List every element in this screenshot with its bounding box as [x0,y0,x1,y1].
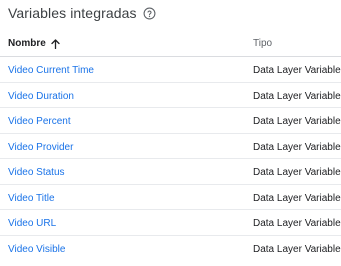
table-row: Video Current Time Data Layer Variable [0,57,341,83]
table-row: Video Status Data Layer Variable [0,159,341,185]
table-row: Video URL Data Layer Variable [0,210,341,236]
variable-name-link[interactable]: Video Provider [8,142,73,153]
table-row: Video Title Data Layer Variable [0,185,341,210]
variable-name-link[interactable]: Video Status [8,167,65,178]
variable-type: Data Layer Variable [253,192,341,204]
built-in-variables-table: Nombre Tipo Video Current Time Data Laye… [0,31,341,261]
variable-name-link[interactable]: Video Visible [8,244,65,255]
table-row: Video Percent Data Layer Variable [0,108,341,134]
column-header-name-label: Nombre [8,38,46,49]
table-row: Video Visible Data Layer Variable [0,236,341,262]
variable-name-link[interactable]: Video Title [8,193,55,204]
column-header-type: Tipo [253,38,273,49]
section-header: Variables integradas [8,3,156,23]
column-header-name[interactable]: Nombre [8,38,60,49]
variable-name-link[interactable]: Video Duration [8,91,74,102]
arrow-up-icon [51,38,60,49]
section-title: Variables integradas [8,5,137,21]
table-row: Video Duration Data Layer Variable [0,83,341,108]
variable-type: Data Layer Variable [253,141,341,153]
variable-type: Data Layer Variable [253,90,341,102]
variable-type: Data Layer Variable [253,167,341,178]
variable-name-link[interactable]: Video URL [8,218,56,229]
variable-type: Data Layer Variable [253,65,341,76]
variable-type: Data Layer Variable [253,243,341,255]
variable-type: Data Layer Variable [253,116,341,127]
table-header: Nombre Tipo [0,31,341,57]
variable-name-link[interactable]: Video Percent [8,116,71,127]
help-icon[interactable] [143,7,156,20]
variable-type: Data Layer Variable [253,218,341,229]
variable-name-link[interactable]: Video Current Time [8,65,94,76]
table-row: Video Provider Data Layer Variable [0,134,341,159]
